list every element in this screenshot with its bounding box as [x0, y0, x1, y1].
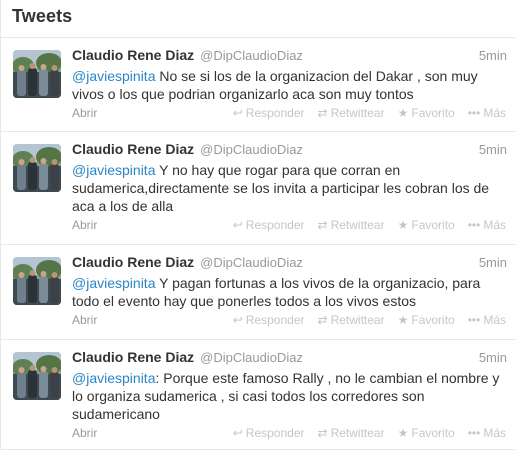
star-icon: ★	[397, 106, 409, 120]
tweet-text: @javiespinita Y no hay que rogar para qu…	[72, 161, 508, 215]
avatar[interactable]	[13, 144, 61, 192]
star-icon: ★	[397, 218, 409, 232]
tweet[interactable]: Claudio Rene Diaz @DipClaudioDiaz 5min @…	[1, 340, 515, 450]
user-fullname[interactable]: Claudio Rene Diaz	[72, 254, 194, 270]
reply-label: Responder	[245, 313, 305, 327]
more-dots-icon: •••	[467, 426, 481, 440]
user-handle[interactable]: @DipClaudioDiaz	[200, 255, 303, 270]
retweet-button[interactable]: ⇄ Retwittear	[318, 313, 385, 327]
mention-link[interactable]: @javiespinita	[72, 275, 155, 291]
tweet-text: @javiespinita: Porque este famoso Rally …	[72, 369, 508, 423]
retweet-icon: ⇄	[317, 218, 328, 232]
star-icon: ★	[397, 313, 409, 327]
more-button[interactable]: ••• Más	[468, 426, 506, 440]
tweet-header: Claudio Rene Diaz @DipClaudioDiaz	[72, 254, 503, 273]
reply-icon: ↩	[232, 218, 243, 232]
favorite-label: Favorito	[411, 426, 455, 440]
favorite-button[interactable]: ★ Favorito	[398, 106, 455, 120]
tweet-timestamp[interactable]: 5min	[479, 350, 507, 365]
reply-icon: ↩	[232, 106, 243, 120]
retweet-label: Retwittear	[330, 313, 385, 327]
retweet-button[interactable]: ⇄ Retwittear	[318, 426, 385, 440]
tweet-actions: ↩ Responder ⇄ Retwittear ★ Favorito ••• Más	[233, 313, 506, 327]
tweet-footer: Abrir ↩ Responder ⇄ Retwittear ★ Favorito •…	[72, 218, 506, 236]
reply-button[interactable]: ↩ Responder	[233, 313, 305, 327]
mention-link[interactable]: @javiespinita	[72, 68, 155, 84]
reply-button[interactable]: ↩ Responder	[233, 106, 305, 120]
avatar-photo	[13, 257, 61, 305]
more-button[interactable]: ••• Más	[468, 218, 506, 232]
user-handle[interactable]: @DipClaudioDiaz	[200, 48, 303, 63]
tweet-stream: Tweets Claudio Rene Diaz @DipClaudioDiaz	[0, 0, 515, 450]
avatar[interactable]	[13, 50, 61, 98]
mention-link[interactable]: @javiespinita	[72, 162, 155, 178]
avatar[interactable]	[13, 352, 61, 400]
retweet-label: Retwittear	[330, 426, 385, 440]
more-dots-icon: •••	[467, 313, 481, 327]
tweet-actions: ↩ Responder ⇄ Retwittear ★ Favorito ••• Más	[233, 106, 506, 120]
more-dots-icon: •••	[467, 106, 481, 120]
retweet-icon: ⇄	[317, 313, 328, 327]
tweet-timestamp[interactable]: 5min	[479, 48, 507, 63]
reply-icon: ↩	[232, 426, 243, 440]
favorite-label: Favorito	[411, 218, 455, 232]
reply-label: Responder	[245, 106, 305, 120]
favorite-button[interactable]: ★ Favorito	[398, 218, 455, 232]
more-button[interactable]: ••• Más	[468, 106, 506, 120]
more-label: Más	[483, 426, 506, 440]
tweet-timestamp[interactable]: 5min	[479, 142, 507, 157]
avatar-photo	[13, 50, 61, 98]
reply-button[interactable]: ↩ Responder	[233, 426, 305, 440]
user-handle[interactable]: @DipClaudioDiaz	[200, 142, 303, 157]
retweet-icon: ⇄	[317, 106, 328, 120]
more-label: Más	[483, 106, 506, 120]
favorite-label: Favorito	[411, 106, 455, 120]
expand-link[interactable]: Abrir	[72, 313, 97, 327]
reply-label: Responder	[245, 426, 305, 440]
expand-link[interactable]: Abrir	[72, 106, 97, 120]
tweet[interactable]: Claudio Rene Diaz @DipClaudioDiaz 5min @…	[1, 38, 515, 132]
avatar-photo	[13, 352, 61, 400]
favorite-button[interactable]: ★ Favorito	[398, 313, 455, 327]
tweet-footer: Abrir ↩ Responder ⇄ Retwittear ★ Favorito •…	[72, 426, 506, 444]
tweet-header: Claudio Rene Diaz @DipClaudioDiaz	[72, 47, 503, 66]
reply-icon: ↩	[232, 313, 243, 327]
tweet[interactable]: Claudio Rene Diaz @DipClaudioDiaz 5min @…	[1, 132, 515, 245]
user-fullname[interactable]: Claudio Rene Diaz	[72, 349, 194, 365]
user-fullname[interactable]: Claudio Rene Diaz	[72, 141, 194, 157]
retweet-label: Retwittear	[330, 106, 385, 120]
stream-title: Tweets	[12, 6, 73, 26]
more-label: Más	[483, 218, 506, 232]
tweet-actions: ↩ Responder ⇄ Retwittear ★ Favorito ••• Más	[233, 218, 506, 232]
more-label: Más	[483, 313, 506, 327]
star-icon: ★	[397, 426, 409, 440]
stream-header: Tweets	[1, 0, 515, 38]
favorite-label: Favorito	[411, 313, 455, 327]
user-fullname[interactable]: Claudio Rene Diaz	[72, 47, 194, 63]
tweet-footer: Abrir ↩ Responder ⇄ Retwittear ★ Favorito •…	[72, 106, 506, 124]
avatar[interactable]	[13, 257, 61, 305]
avatar-photo	[13, 144, 61, 192]
reply-button[interactable]: ↩ Responder	[233, 218, 305, 232]
tweet-text: @javiespinita No se si los de la organiz…	[72, 67, 508, 103]
tweet-timestamp[interactable]: 5min	[479, 255, 507, 270]
tweet[interactable]: Claudio Rene Diaz @DipClaudioDiaz 5min @…	[1, 245, 515, 340]
tweet-header: Claudio Rene Diaz @DipClaudioDiaz	[72, 141, 503, 160]
retweet-label: Retwittear	[330, 218, 385, 232]
retweet-icon: ⇄	[317, 426, 328, 440]
expand-link[interactable]: Abrir	[72, 426, 97, 440]
more-dots-icon: •••	[467, 218, 481, 232]
retweet-button[interactable]: ⇄ Retwittear	[318, 218, 385, 232]
tweet-text: @javiespinita Y pagan fortunas a los viv…	[72, 274, 508, 310]
more-button[interactable]: ••• Más	[468, 313, 506, 327]
tweet-header: Claudio Rene Diaz @DipClaudioDiaz	[72, 349, 503, 368]
tweet-actions: ↩ Responder ⇄ Retwittear ★ Favorito ••• Más	[233, 426, 506, 440]
reply-label: Responder	[245, 218, 305, 232]
tweet-footer: Abrir ↩ Responder ⇄ Retwittear ★ Favorito •…	[72, 313, 506, 331]
expand-link[interactable]: Abrir	[72, 218, 97, 232]
favorite-button[interactable]: ★ Favorito	[398, 426, 455, 440]
mention-link[interactable]: @javiespinita	[72, 370, 155, 386]
user-handle[interactable]: @DipClaudioDiaz	[200, 350, 303, 365]
retweet-button[interactable]: ⇄ Retwittear	[318, 106, 385, 120]
